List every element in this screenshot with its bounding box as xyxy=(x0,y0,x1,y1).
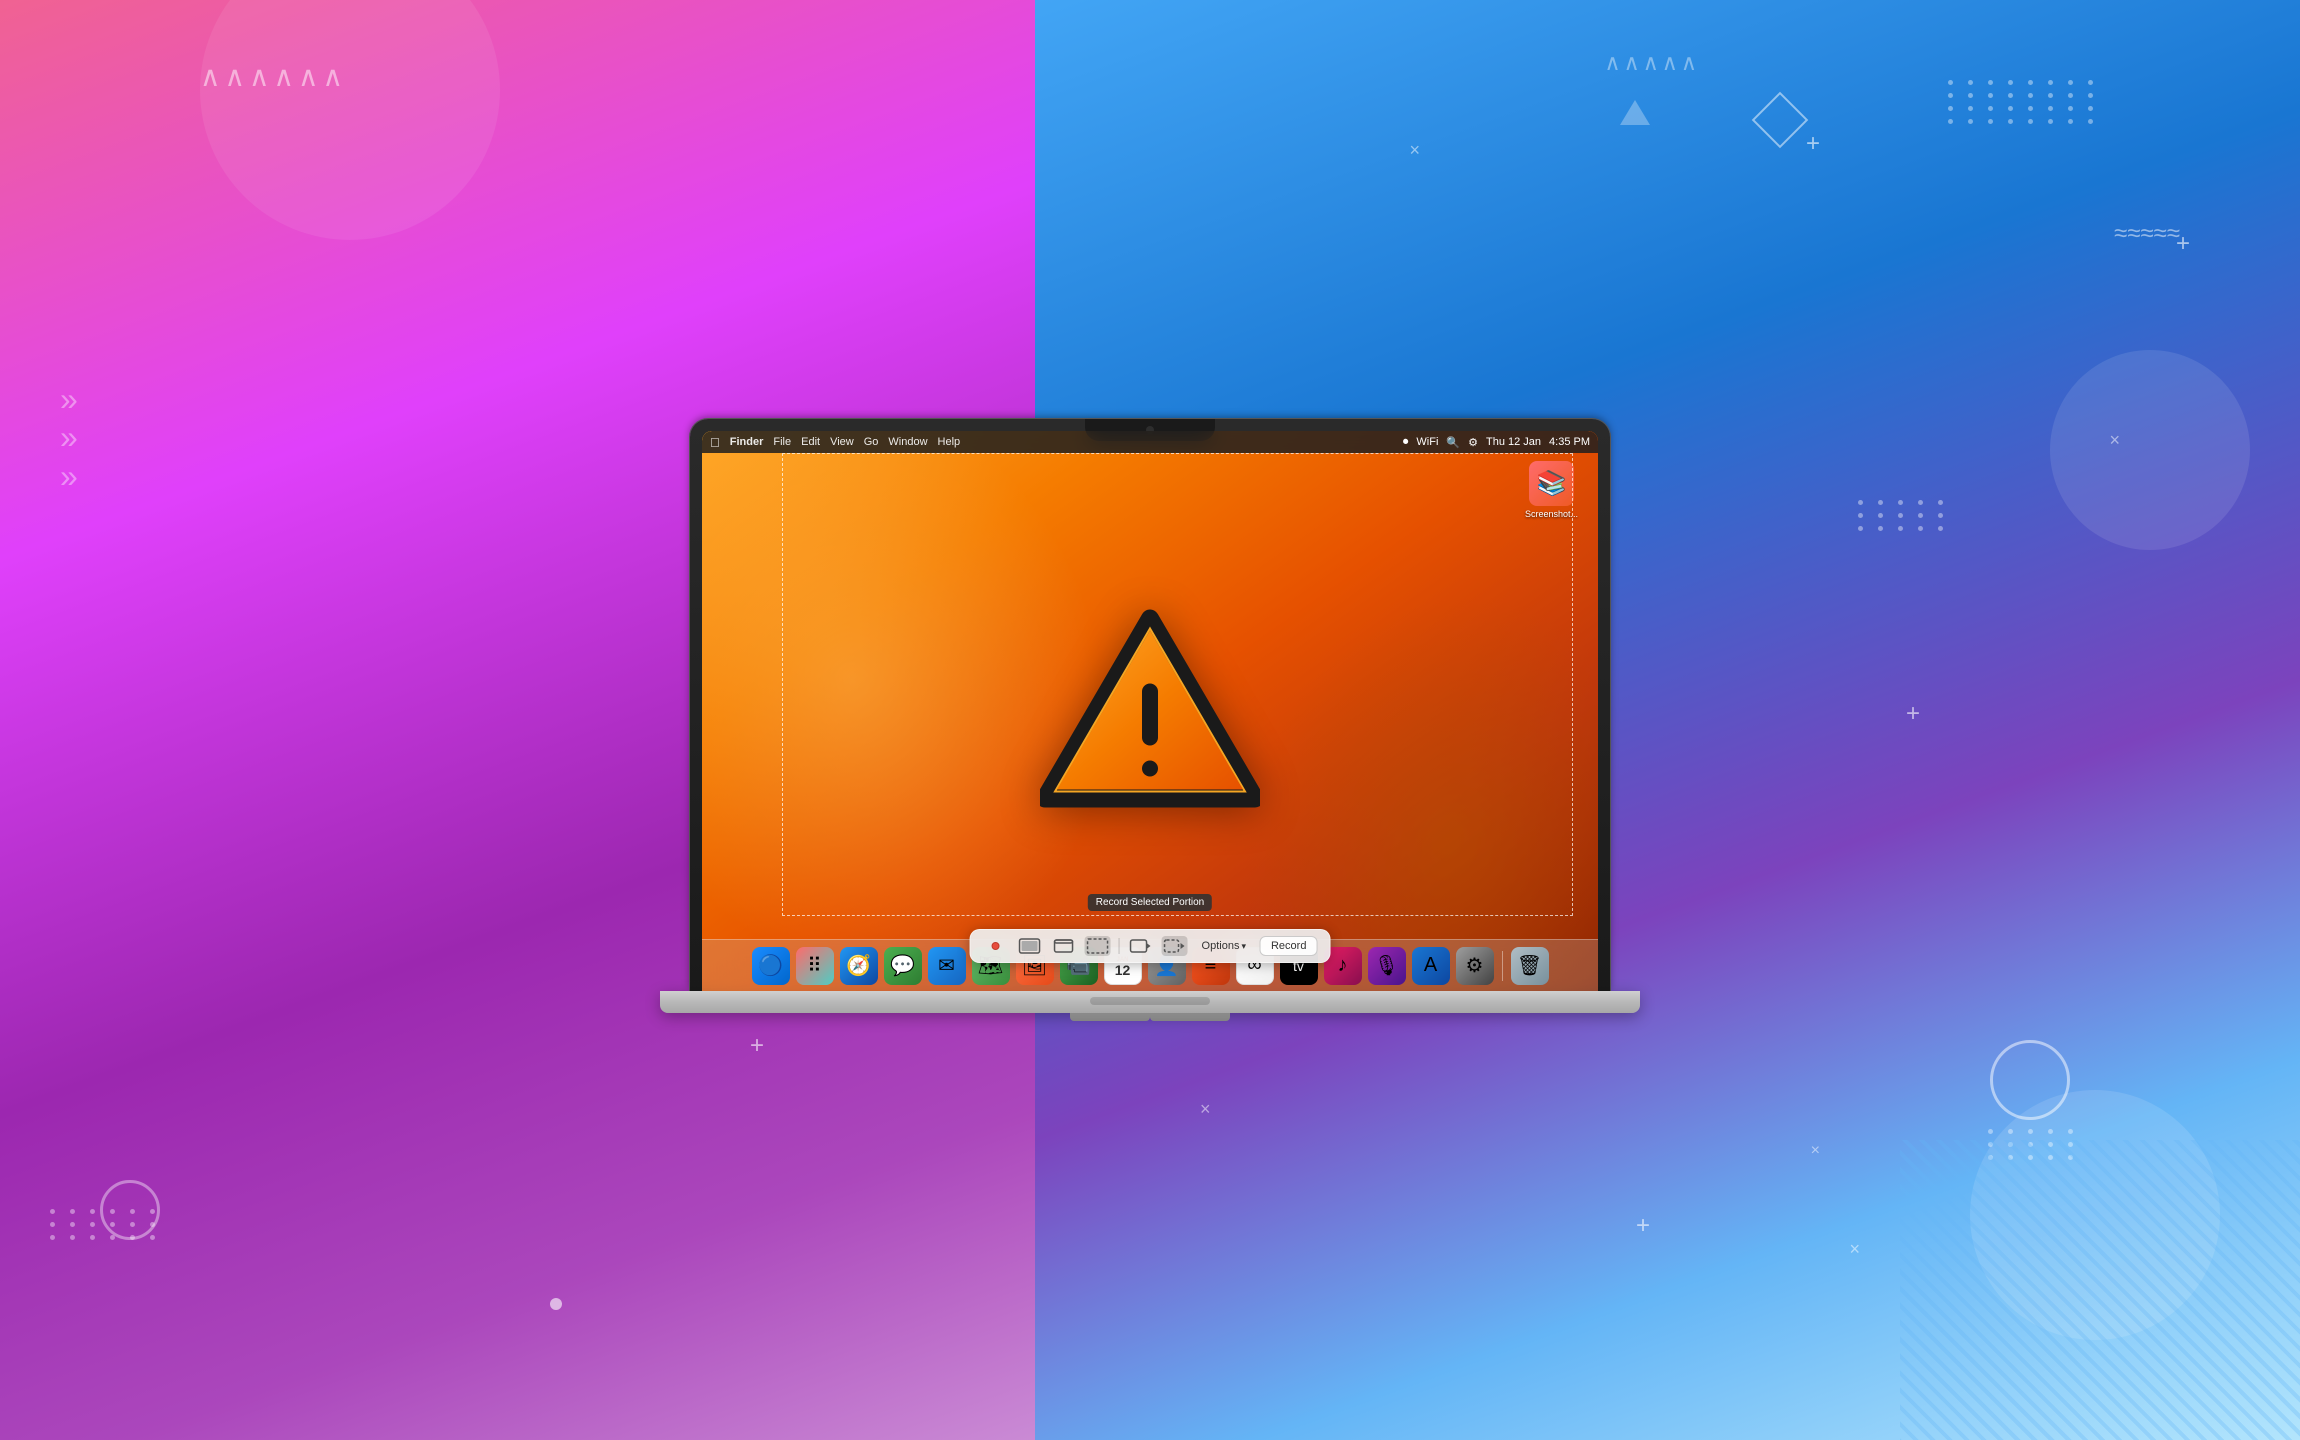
dock-podcasts[interactable]: 🎙 xyxy=(1368,947,1406,985)
dock-settings[interactable]: ⚙ xyxy=(1456,947,1494,985)
macbook-container:  Finder File Edit View Go Window Help ⏺ xyxy=(660,419,1640,1021)
menubar-time: 4:35 PM xyxy=(1549,436,1590,448)
fullscreen-icon xyxy=(1019,938,1041,954)
window-icon xyxy=(1053,938,1075,954)
dock-messages[interactable]: 💬 xyxy=(884,947,922,985)
menu-go[interactable]: Go xyxy=(864,436,879,448)
menu-view[interactable]: View xyxy=(830,436,854,448)
menubar:  Finder File Edit View Go Window Help ⏺ xyxy=(702,431,1598,453)
search-icon[interactable]: 🔍 xyxy=(1446,436,1460,449)
toolbar-record-screen-btn[interactable] xyxy=(1128,936,1154,956)
desktop-icon-screenshot[interactable]: 📚 Screenshot... xyxy=(1525,461,1578,519)
screenshot-icon-glyph: 📚 xyxy=(1537,469,1567,498)
toolbar-screenshot-full-btn[interactable] xyxy=(1017,936,1043,956)
warning-icon-container xyxy=(1040,609,1260,814)
record-button-label: Record xyxy=(1271,940,1306,952)
screen-record-icon: ⏺ xyxy=(1403,436,1409,449)
menubar-date: Thu 12 Jan xyxy=(1486,436,1541,448)
toolbar-separator-1 xyxy=(1119,938,1120,954)
record-screen-icon xyxy=(1130,938,1152,954)
dock-launchpad[interactable]: ⠿ xyxy=(796,947,834,985)
screen-bezel:  Finder File Edit View Go Window Help ⏺ xyxy=(702,431,1598,991)
laptop-foot-right xyxy=(1150,1013,1230,1021)
menubar-left:  Finder File Edit View Go Window Help xyxy=(710,435,1391,450)
record-portion-icon xyxy=(1164,938,1186,954)
warning-triangle-icon xyxy=(1040,609,1260,809)
menu-finder[interactable]: Finder xyxy=(730,436,764,448)
toolbar-record-portion-btn[interactable] xyxy=(1162,936,1188,956)
dock-mail[interactable]: ✉ xyxy=(928,947,966,985)
menubar-right: ⏺ WiFi 🔍 ⚙ Thu 12 Jan 4:35 PM xyxy=(1403,436,1590,449)
toolbar-record-dot-btn[interactable] xyxy=(983,936,1009,956)
options-label: Options xyxy=(1202,940,1240,952)
menu-window[interactable]: Window xyxy=(888,436,927,448)
dock-appstore[interactable]: A xyxy=(1412,947,1450,985)
laptop-lid:  Finder File Edit View Go Window Help ⏺ xyxy=(690,419,1610,991)
menu-file[interactable]: File xyxy=(773,436,791,448)
laptop-feet xyxy=(1040,1013,1260,1021)
apple-logo-icon:  xyxy=(710,435,720,450)
toolbar-screenshot-portion-btn[interactable] xyxy=(1085,936,1111,956)
record-dot-icon xyxy=(992,942,1000,950)
menu-edit[interactable]: Edit xyxy=(801,436,820,448)
dock-finder[interactable]: 🔵 xyxy=(752,947,790,985)
toolbar-screenshot-window-btn[interactable] xyxy=(1051,936,1077,956)
record-tooltip: Record Selected Portion xyxy=(1088,894,1212,911)
screenshot-icon-img: 📚 xyxy=(1529,461,1574,506)
control-center-icon[interactable]: ⚙ xyxy=(1468,436,1478,449)
screenshot-toolbar[interactable]: Options ▾ Record xyxy=(970,929,1331,963)
chevron-down-icon: ▾ xyxy=(1241,941,1246,952)
macos-desktop:  Finder File Edit View Go Window Help ⏺ xyxy=(702,431,1598,991)
calendar-date-label: 12 xyxy=(1115,963,1131,977)
toolbar-options-button[interactable]: Options ▾ xyxy=(1196,938,1252,954)
laptop-base xyxy=(660,991,1640,1013)
wifi-icon: WiFi xyxy=(1416,436,1438,448)
dock-safari[interactable]: 🧭 xyxy=(840,947,878,985)
laptop-foot-left xyxy=(1070,1013,1150,1021)
macbook:  Finder File Edit View Go Window Help ⏺ xyxy=(660,419,1640,1021)
dock-divider xyxy=(1502,951,1503,981)
portion-icon xyxy=(1087,938,1109,954)
toolbar-record-button[interactable]: Record xyxy=(1260,936,1317,956)
dock-trash[interactable]: 🗑 xyxy=(1511,947,1549,985)
menu-help[interactable]: Help xyxy=(938,436,961,448)
desktop-icon-label: Screenshot... xyxy=(1525,509,1578,519)
